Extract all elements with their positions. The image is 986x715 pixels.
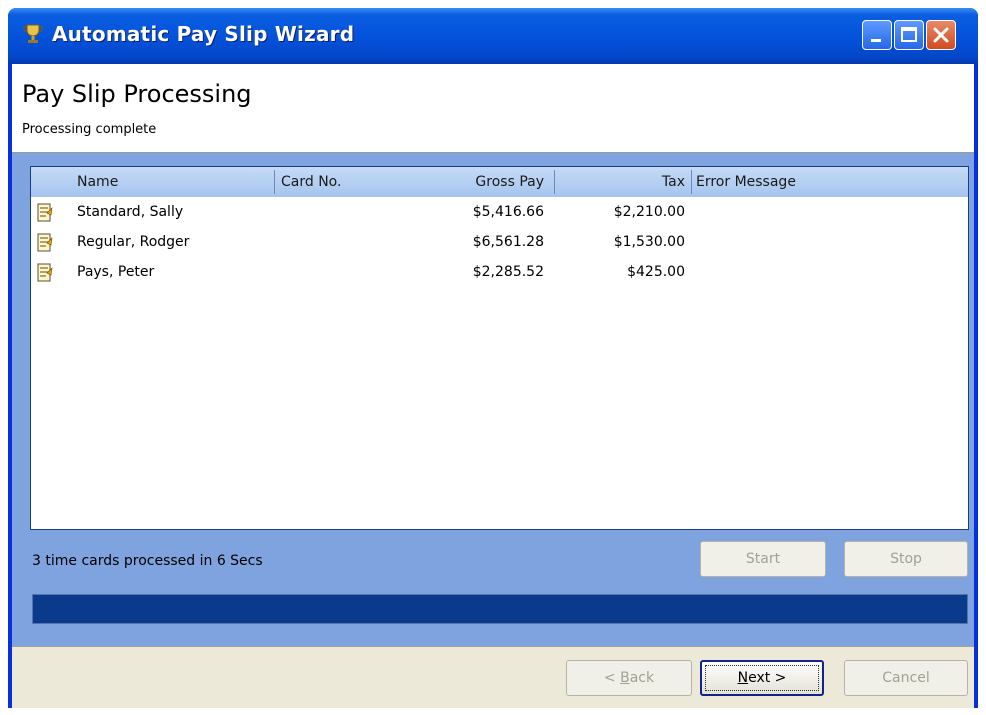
back-label-rest: ack — [629, 670, 655, 686]
timecard-list[interactable]: Name Card No. Gross Pay Tax Error Messag… — [30, 166, 969, 530]
column-separator[interactable] — [691, 170, 692, 194]
column-header-name[interactable]: Name — [77, 174, 118, 190]
progress-fill — [33, 595, 967, 623]
cell-name: Standard, Sally — [77, 204, 184, 220]
cancel-button[interactable]: Cancel — [844, 660, 968, 696]
trophy-icon — [23, 24, 43, 43]
minimize-icon — [871, 39, 881, 42]
processing-panel: Name Card No. Gross Pay Tax Error Messag… — [12, 153, 974, 646]
cell-gross-pay: $5,416.66 — [472, 204, 544, 220]
dialog-body: Pay Slip Processing Processing complete … — [12, 64, 974, 708]
cell-tax: $1,530.00 — [613, 234, 685, 250]
footer-divider — [12, 646, 974, 647]
title-bar[interactable]: Automatic Pay Slip Wizard — [8, 8, 978, 64]
page-title: Pay Slip Processing — [22, 80, 252, 108]
table-row[interactable]: Pays, Peter $2,285.52 $425.00 — [31, 259, 968, 289]
cell-tax: $425.00 — [627, 264, 685, 280]
wizard-header: Pay Slip Processing Processing complete — [12, 64, 974, 153]
cell-name: Regular, Rodger — [77, 234, 190, 250]
start-button[interactable]: Start — [700, 541, 826, 577]
progress-bar — [32, 594, 968, 624]
column-header-error-message[interactable]: Error Message — [696, 174, 796, 190]
next-button[interactable]: Next > — [700, 660, 824, 696]
focus-rectangle — [705, 665, 819, 691]
table-row[interactable]: Regular, Rodger $6,561.28 $1,530.00 — [31, 229, 968, 259]
close-button[interactable] — [926, 20, 956, 50]
table-row[interactable]: Standard, Sally $5,416.66 $2,210.00 — [31, 199, 968, 229]
cell-name: Pays, Peter — [77, 264, 155, 280]
back-prefix: < — [603, 670, 621, 686]
timecard-icon — [37, 233, 53, 252]
back-button[interactable]: < Back — [566, 660, 692, 696]
maximize-button[interactable] — [894, 20, 924, 50]
column-separator[interactable] — [274, 170, 275, 194]
timecard-icon — [37, 203, 53, 222]
minimize-button[interactable] — [862, 20, 892, 50]
back-accelerator: B — [620, 670, 630, 686]
timecard-icon — [37, 263, 53, 282]
stop-button[interactable]: Stop — [844, 541, 968, 577]
cell-gross-pay: $2,285.52 — [472, 264, 544, 280]
list-header: Name Card No. Gross Pay Tax Error Messag… — [31, 167, 968, 197]
maximize-icon — [901, 27, 917, 42]
close-icon — [933, 27, 949, 43]
column-header-gross-pay[interactable]: Gross Pay — [451, 174, 544, 190]
page-subtitle: Processing complete — [22, 122, 157, 137]
cell-tax: $2,210.00 — [613, 204, 685, 220]
column-header-card-no[interactable]: Card No. — [281, 174, 341, 190]
window-title: Automatic Pay Slip Wizard — [52, 22, 355, 46]
column-separator[interactable] — [554, 170, 555, 194]
status-text: 3 time cards processed in 6 Secs — [32, 553, 263, 569]
column-header-tax[interactable]: Tax — [591, 174, 685, 190]
cell-gross-pay: $6,561.28 — [472, 234, 544, 250]
wizard-window: Automatic Pay Slip Wizard Pay Slip Proce… — [8, 8, 978, 708]
